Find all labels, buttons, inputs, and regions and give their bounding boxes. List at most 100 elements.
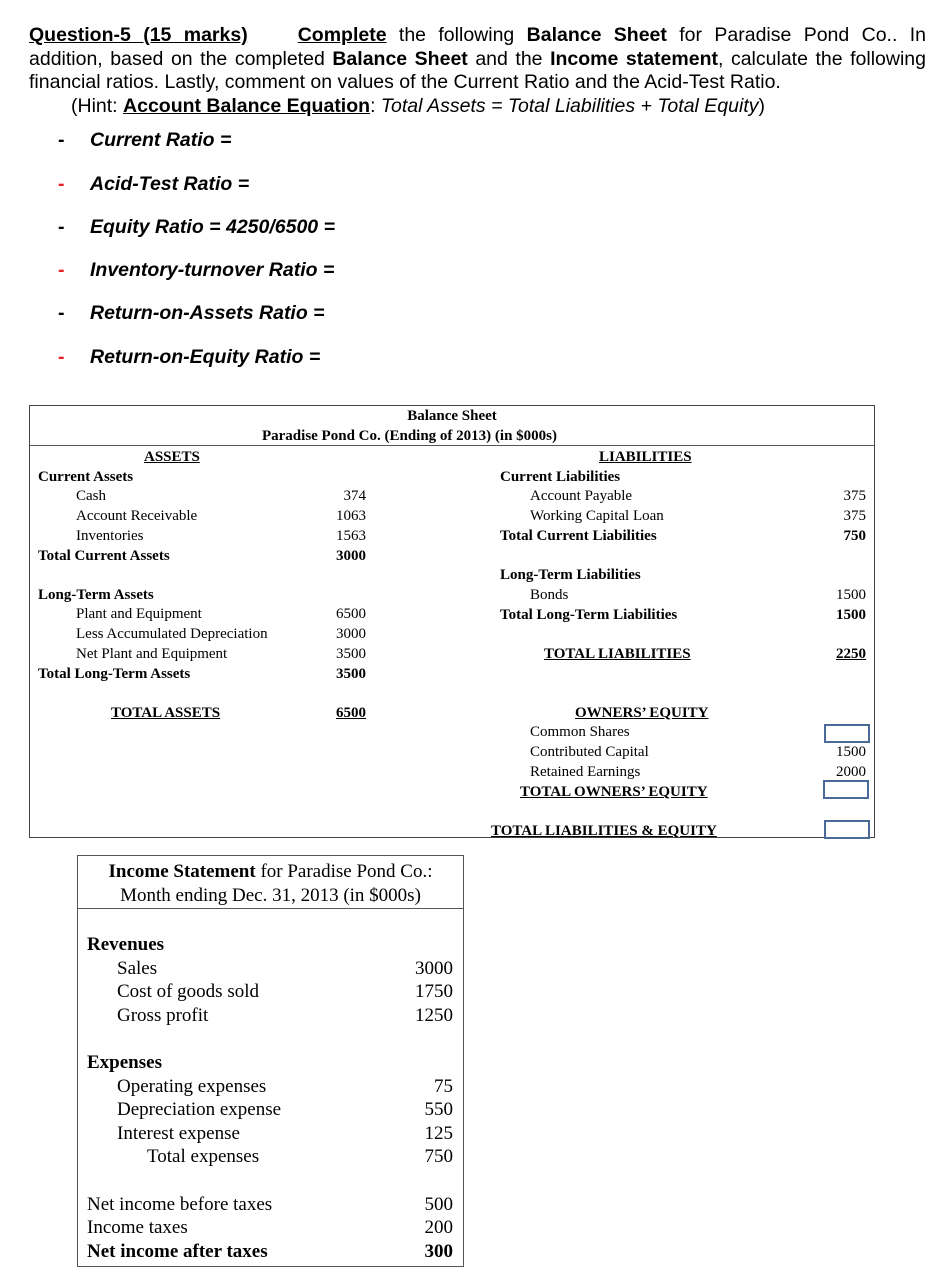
- liability-value: 375: [843, 488, 867, 504]
- balance-sheet-term: Balance Sheet: [526, 24, 667, 46]
- current-liabilities-heading: Current Liabilities: [500, 469, 621, 485]
- liability-value: 1500: [836, 587, 866, 603]
- total-current-liabilities-label: Total Current Liabilities: [500, 528, 657, 544]
- revenue-value: 3000: [415, 958, 453, 979]
- asset-label: Cash: [76, 488, 106, 504]
- expense-label: Interest expense: [117, 1123, 240, 1144]
- hint-close: ): [758, 95, 766, 117]
- liability-label: Working Capital Loan: [530, 508, 664, 524]
- long-term-assets-heading: Long-Term Assets: [38, 587, 154, 603]
- liability-value: 375: [843, 508, 867, 524]
- liabilities-heading: LIABILITIES: [599, 449, 692, 465]
- income-taxes-value: 200: [424, 1217, 454, 1238]
- owners-equity-heading: OWNERS’ EQUITY: [575, 705, 709, 721]
- ratio-label: Return-on-Assets Ratio =: [90, 302, 325, 324]
- total-assets-label: TOTAL ASSETS: [111, 705, 221, 721]
- equity-label: Contributed Capital: [530, 744, 649, 760]
- current-assets-heading: Current Assets: [38, 469, 134, 485]
- bullet-dash: -: [58, 302, 65, 324]
- net-income-after-taxes-value: 300: [424, 1241, 454, 1262]
- bullet-dash: -: [58, 173, 65, 195]
- equity-value: 1500: [836, 744, 866, 760]
- bullet-dash: -: [58, 129, 65, 151]
- hint-open: (Hint:: [71, 95, 124, 117]
- total-current-assets-value: 3000: [336, 548, 366, 564]
- total-expenses-label: Total expenses: [147, 1146, 260, 1167]
- header-divider: [78, 908, 463, 909]
- expense-value: 550: [424, 1099, 454, 1120]
- bullet-dash: -: [58, 259, 65, 281]
- total-long-term-assets-value: 3500: [336, 666, 366, 682]
- complete-word: Complete: [297, 24, 387, 46]
- asset-value: 1063: [336, 508, 366, 524]
- income-statement-title-rest: for Paradise Pond Co.:: [255, 861, 433, 882]
- bullet-dash: -: [58, 216, 65, 238]
- income-statement: Income Statement for Paradise Pond Co.: …: [77, 855, 464, 1267]
- revenue-label: Gross profit: [117, 1005, 209, 1026]
- net-income-after-taxes-label: Net income after taxes: [87, 1241, 268, 1262]
- total-long-term-liabilities-value: 1500: [836, 607, 866, 623]
- asset-value: 3500: [336, 646, 366, 662]
- total-assets-value: 6500: [336, 705, 366, 721]
- balance-sheet-title: Balance Sheet: [407, 408, 497, 424]
- expense-value: 75: [434, 1076, 453, 1097]
- asset-label: Plant and Equipment: [76, 606, 202, 622]
- equity-label: Common Shares: [530, 724, 630, 740]
- header-divider: [30, 445, 874, 446]
- net-income-before-taxes-value: 500: [424, 1194, 454, 1215]
- asset-label: Net Plant and Equipment: [76, 646, 228, 662]
- hint-label: Account Balance Equation: [123, 95, 371, 117]
- question-text: the following: [386, 24, 527, 46]
- asset-label: Account Receivable: [76, 508, 198, 524]
- expenses-heading: Expenses: [87, 1052, 162, 1073]
- total-liabilities-value: 2250: [836, 646, 866, 662]
- total-current-liabilities-value: 750: [843, 528, 867, 544]
- total-long-term-assets-label: Total Long-Term Assets: [38, 666, 191, 682]
- ratio-label: Return-on-Equity Ratio =: [90, 346, 321, 368]
- total-liabilities-label: TOTAL LIABILITIES: [544, 646, 691, 662]
- equity-value: 2000: [836, 764, 866, 780]
- income-statement-term: Income statement: [550, 47, 718, 70]
- hint: (Hint: Account Balance Equation: Total A…: [71, 94, 765, 118]
- asset-label: Less Accumulated Depreciation: [76, 626, 268, 642]
- asset-value: 3000: [336, 626, 366, 642]
- hint-colon: :: [370, 95, 381, 117]
- revenue-label: Cost of goods sold: [117, 981, 259, 1002]
- asset-value: 6500: [336, 606, 366, 622]
- asset-value: 374: [343, 488, 367, 504]
- ratio-label: Acid-Test Ratio =: [90, 173, 250, 195]
- total-current-assets-label: Total Current Assets: [38, 548, 170, 564]
- expense-label: Operating expenses: [117, 1076, 267, 1097]
- balance-sheet: Balance Sheet Paradise Pond Co. (Ending …: [29, 405, 875, 839]
- total-liabilities-equity-label: TOTAL LIABILITIES & EQUITY: [491, 823, 717, 839]
- expense-label: Depreciation expense: [117, 1099, 282, 1120]
- balance-sheet-subtitle: Paradise Pond Co. (Ending of 2013) (in $…: [261, 428, 558, 444]
- ratio-label: Current Ratio =: [90, 129, 232, 151]
- ratio-label: Inventory-turnover Ratio =: [90, 259, 335, 281]
- revenue-value: 1750: [415, 981, 453, 1002]
- total-expenses-value: 750: [424, 1146, 454, 1167]
- expense-value: 125: [424, 1123, 454, 1144]
- revenue-label: Sales: [117, 958, 158, 979]
- total-owners-equity-label: TOTAL OWNERS’ EQUITY: [520, 784, 708, 800]
- total-long-term-liabilities-label: Total Long-Term Liabilities: [500, 607, 678, 623]
- ratio-label: Equity Ratio = 4250/6500 =: [90, 216, 335, 238]
- bullet-dash: -: [58, 346, 65, 368]
- total-owners-equity-answer-box[interactable]: [823, 780, 869, 799]
- total-liabilities-equity-answer-box[interactable]: [824, 820, 870, 839]
- question-paragraph: Question-5 (15 marks) Complete the follow…: [29, 24, 926, 95]
- balance-sheet-term: Balance Sheet: [332, 47, 468, 70]
- hint-equation: Total Assets = Total Liabilities + Total…: [380, 95, 759, 117]
- revenue-value: 1250: [415, 1005, 453, 1026]
- long-term-liabilities-heading: Long-Term Liabilities: [500, 567, 641, 583]
- liability-label: Account Payable: [530, 488, 633, 504]
- net-income-before-taxes-label: Net income before taxes: [87, 1194, 273, 1215]
- question-heading: Question-5 (15 marks): [29, 24, 248, 46]
- income-statement-title-bold: Income Statement: [108, 861, 256, 882]
- question-text: and the: [467, 47, 551, 70]
- asset-label: Inventories: [76, 528, 144, 544]
- common-shares-answer-box[interactable]: [824, 724, 870, 743]
- liability-label: Bonds: [530, 587, 569, 603]
- asset-value: 1563: [336, 528, 366, 544]
- equity-label: Retained Earnings: [530, 764, 641, 780]
